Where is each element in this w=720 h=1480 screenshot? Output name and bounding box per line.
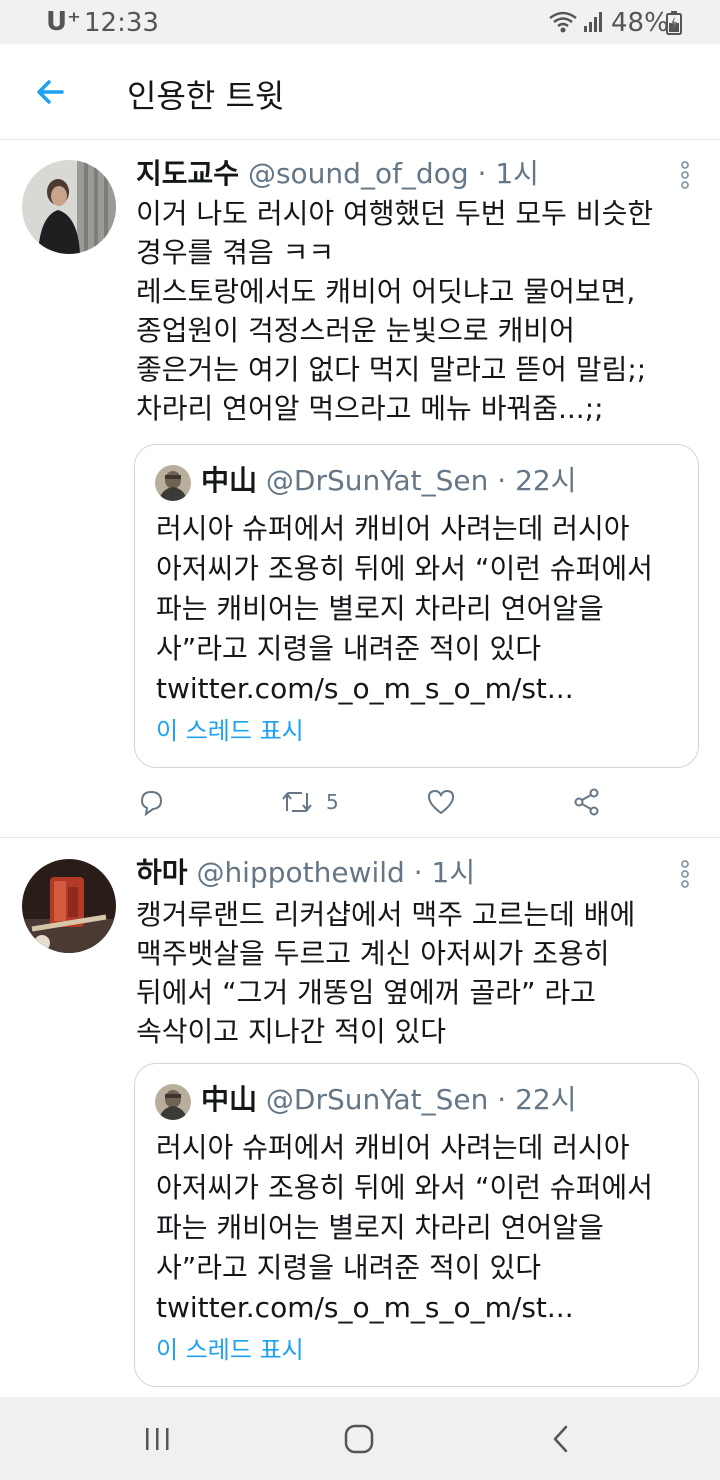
quoted-author-handle: @DrSunYat_Sen: [265, 1083, 489, 1116]
quoted-tweet-card[interactable]: 中山 @DrSunYat_Sen · 22시 러시아 슈퍼에서 캐비어 사려는데…: [134, 1063, 699, 1387]
separator-dot: ·: [488, 1083, 516, 1116]
tweet[interactable]: 지도교수 @sound_of_dog · 1시 이거 나도 러시아 여행했던 두…: [0, 140, 720, 838]
separator-dot: ·: [468, 157, 496, 190]
avatar[interactable]: [22, 160, 116, 254]
tweet-header: 지도교수 @sound_of_dog · 1시: [136, 154, 539, 194]
tweet-line: 맥주뱃살을 두르고 계신 아저씨가 조용히: [136, 937, 610, 970]
recent-apps-icon[interactable]: [137, 1419, 177, 1459]
tweet-line: 속삭이고 지나간 적이 있다: [136, 1015, 447, 1048]
author-name[interactable]: 하마: [136, 856, 188, 889]
quoted-line: 파는 캐비어는 별로지 차라리 연어알을: [156, 1211, 604, 1244]
back-icon[interactable]: [541, 1419, 581, 1459]
home-icon[interactable]: [339, 1419, 379, 1459]
quoted-line: 러시아 슈퍼에서 캐비어 사려는데 러시아: [156, 1131, 630, 1164]
quoted-line: 러시아 슈퍼에서 캐비어 사려는데 러시아: [156, 512, 630, 545]
reply-icon: [140, 790, 163, 817]
author-handle[interactable]: @sound_of_dog: [248, 157, 469, 190]
status-bar: U⁺ 12:33 48%: [0, 0, 720, 44]
more-vertical-icon[interactable]: [672, 859, 698, 889]
status-time: 12:33: [84, 8, 159, 38]
tweet-line: 뒤에서 “그거 개똥임 옆에꺼 골라” 라고: [136, 976, 596, 1009]
heart-icon: [427, 789, 455, 815]
retweet-count: 5: [326, 790, 339, 814]
quoted-tweet-time: 22시: [515, 464, 577, 497]
page-title: 인용한 트윗: [127, 77, 285, 115]
quoted-tweet-text: 러시아 슈퍼에서 캐비어 사려는데 러시아 아저씨가 조용히 뒤에 와서 “이런…: [156, 509, 653, 709]
tweet-time: 1시: [495, 157, 539, 190]
quoted-tweet-text: 러시아 슈퍼에서 캐비어 사려는데 러시아 아저씨가 조용히 뒤에 와서 “이런…: [156, 1128, 653, 1328]
tweet-line: 종업원이 걱정스러운 눈빛으로 캐비어: [136, 314, 575, 347]
quoted-avatar[interactable]: [155, 1084, 191, 1120]
battery-percent: 48%: [611, 8, 669, 38]
tweet-line: 레스토랑에서도 캐비어 어딧냐고 물어보면,: [136, 275, 636, 308]
like-button[interactable]: [426, 782, 456, 822]
retweet-button[interactable]: 5: [280, 782, 339, 822]
quoted-author-name: 中山: [201, 464, 258, 497]
tweet-text: 이거 나도 러시아 여행했던 두번 모두 비슷한 경우를 겪음 ㅋㅋ 레스토랑에…: [136, 194, 706, 428]
tweet-header: 하마 @hippothewild · 1시: [136, 853, 475, 893]
show-thread-link[interactable]: 이 스레드 표시: [156, 1330, 304, 1365]
wifi-icon: [549, 11, 577, 33]
carrier-label: U⁺: [46, 7, 81, 37]
quoted-line: 아저씨가 조용히 뒤에 와서 “이런 슈퍼에서: [156, 1171, 653, 1204]
app-header: 인용한 트윗: [0, 44, 720, 140]
quoted-author-name: 中山: [201, 1083, 258, 1116]
tweet-time: 1시: [431, 856, 476, 889]
quoted-link-line[interactable]: twitter.com/s_o_m_s_o_m/st...: [156, 1288, 653, 1328]
quoted-line: 사”라고 지령을 내려준 적이 있다: [156, 632, 541, 665]
quoted-tweet-header: 中山 @DrSunYat_Sen · 22시: [201, 1080, 576, 1120]
tweet-line: 이거 나도 러시아 여행했던 두번 모두 비슷한: [136, 197, 654, 230]
tweet-text: 캥거루랜드 리커샵에서 맥주 고르는데 배에 맥주뱃살을 두르고 계신 아저씨가…: [136, 895, 706, 1051]
retweet-icon: [282, 792, 312, 812]
separator-dot: ·: [488, 464, 516, 497]
quoted-tweet-header: 中山 @DrSunYat_Sen · 22시: [201, 461, 576, 501]
signal-icon: [584, 12, 602, 32]
tweet[interactable]: 하마 @hippothewild · 1시 캥거루랜드 리커샵에서 맥주 고르는…: [0, 839, 720, 1399]
tweet-line: 차라리 연어알 먹으라고 메뉴 바꿔줌...;;: [136, 392, 604, 425]
share-button[interactable]: [572, 782, 602, 822]
quoted-tweet-card[interactable]: 中山 @DrSunYat_Sen · 22시 러시아 슈퍼에서 캐비어 사려는데…: [134, 444, 699, 768]
reply-button[interactable]: [136, 782, 166, 822]
author-name[interactable]: 지도교수: [136, 157, 239, 190]
quoted-avatar[interactable]: [155, 465, 191, 501]
quoted-author-handle: @DrSunYat_Sen: [265, 464, 489, 497]
more-vertical-icon[interactable]: [672, 160, 698, 190]
separator-dot: ·: [404, 856, 432, 889]
tweet-actions: 5: [0, 782, 720, 822]
arrow-left-icon[interactable]: [28, 70, 72, 114]
quoted-tweet-time: 22시: [515, 1083, 577, 1116]
quoted-line: 파는 캐비어는 별로지 차라리 연어알을: [156, 592, 604, 625]
tweet-line: 경우를 겪음 ㅋㅋ: [136, 236, 335, 269]
quoted-line: 사”라고 지령을 내려준 적이 있다: [156, 1251, 541, 1284]
tweet-line: 좋은거는 여기 없다 먹지 말라고 뜯어 말림;;: [136, 353, 647, 386]
author-handle[interactable]: @hippothewild: [196, 856, 404, 889]
avatar[interactable]: [22, 859, 116, 953]
tweet-line: 캥거루랜드 리커샵에서 맥주 고르는데 배에: [136, 898, 636, 931]
show-thread-link[interactable]: 이 스레드 표시: [156, 711, 304, 746]
quoted-line: 아저씨가 조용히 뒤에 와서 “이런 슈퍼에서: [156, 552, 653, 585]
battery-charging-icon: [666, 11, 682, 35]
quoted-link-line[interactable]: twitter.com/s_o_m_s_o_m/st...: [156, 669, 653, 709]
system-nav-bar: [0, 1397, 720, 1480]
share-icon: [574, 788, 599, 816]
